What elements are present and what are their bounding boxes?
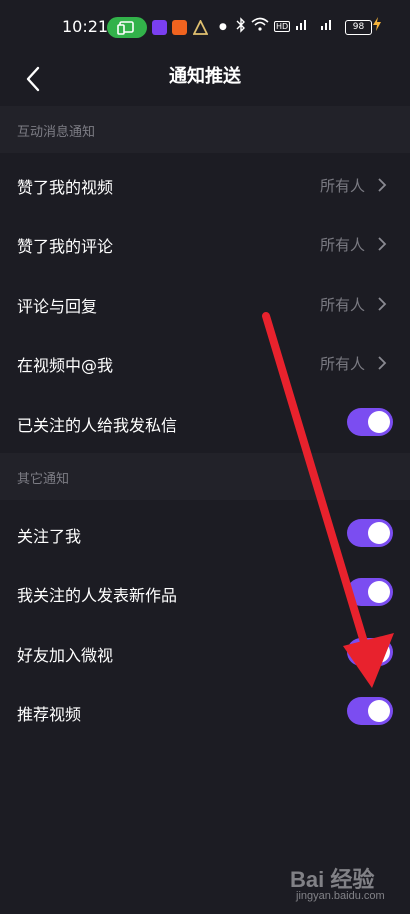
battery-indicator: 98 [345, 20, 372, 35]
setting-row-direct-message: 已关注的人给我发私信 [0, 393, 410, 453]
toggle-knob [368, 700, 390, 722]
setting-row-friend-joined: 好友加入微视 [0, 623, 410, 683]
setting-row-recommended-video: 推荐视频 [0, 682, 410, 742]
signal-icon-2 [320, 17, 334, 35]
setting-value: 所有人 [319, 177, 365, 195]
setting-label: 好友加入微视 [17, 646, 114, 665]
page-title: 通知推送 [169, 66, 241, 87]
status-time: 10:21 [62, 17, 109, 36]
setting-label: 关注了我 [17, 527, 82, 546]
setting-label: 评论与回复 [17, 297, 98, 316]
setting-value: 所有人 [319, 236, 365, 254]
section-header-other: 其它通知 [0, 453, 410, 500]
bluetooth-icon [236, 17, 246, 37]
wifi-icon [251, 17, 269, 35]
toggle-knob [368, 581, 390, 603]
shopping-app-icon [172, 20, 187, 35]
setting-row-comments-replies[interactable]: 评论与回复 所有人 [0, 274, 410, 334]
setting-value: 所有人 [319, 355, 365, 373]
dot-icon: ● [219, 22, 227, 32]
hd-badge: HD [274, 21, 291, 32]
watermark: Bai 经验 jingyan.baidu.com [290, 862, 385, 902]
watermark-brand: Bai 经验 [290, 867, 375, 892]
setting-label: 赞了我的视频 [17, 178, 114, 197]
toggle-knob [368, 522, 390, 544]
game-app-icon [192, 18, 209, 35]
followed-me-toggle[interactable] [347, 519, 393, 547]
setting-row-followed-me: 关注了我 [0, 504, 410, 564]
nav-bar: 通知推送 [0, 52, 410, 106]
setting-row-new-works: 我关注的人发表新作品 [0, 563, 410, 623]
watermark-url: jingyan.baidu.com [296, 890, 385, 902]
setting-row-mentioned[interactable]: 在视频中@我 所有人 [0, 333, 410, 393]
status-bar: 10:21 ● HD 98 [0, 0, 410, 52]
friend-joined-toggle[interactable] [347, 638, 393, 666]
section-title: 其它通知 [17, 472, 70, 487]
recommended-video-toggle[interactable] [347, 697, 393, 725]
chevron-right-icon [378, 356, 387, 370]
charging-icon [373, 17, 381, 35]
direct-message-toggle[interactable] [347, 408, 393, 436]
toggle-knob [368, 641, 390, 663]
video-app-icon [152, 20, 167, 35]
setting-label: 推荐视频 [17, 705, 82, 724]
chevron-right-icon [378, 297, 387, 311]
screen-cast-icon[interactable] [107, 17, 147, 38]
signal-icon-1 [295, 17, 309, 35]
section-header-interaction: 互动消息通知 [0, 106, 410, 153]
section-title: 互动消息通知 [17, 125, 96, 140]
setting-label: 已关注的人给我发私信 [17, 416, 178, 435]
setting-label: 赞了我的评论 [17, 237, 114, 256]
setting-row-liked-comment[interactable]: 赞了我的评论 所有人 [0, 214, 410, 274]
chevron-right-icon [378, 237, 387, 251]
new-works-toggle[interactable] [347, 578, 393, 606]
chevron-right-icon [378, 178, 387, 192]
toggle-knob [368, 411, 390, 433]
setting-row-liked-video[interactable]: 赞了我的视频 所有人 [0, 155, 410, 215]
setting-label: 我关注的人发表新作品 [17, 586, 178, 605]
setting-label: 在视频中@我 [17, 356, 114, 375]
setting-value: 所有人 [319, 296, 365, 314]
